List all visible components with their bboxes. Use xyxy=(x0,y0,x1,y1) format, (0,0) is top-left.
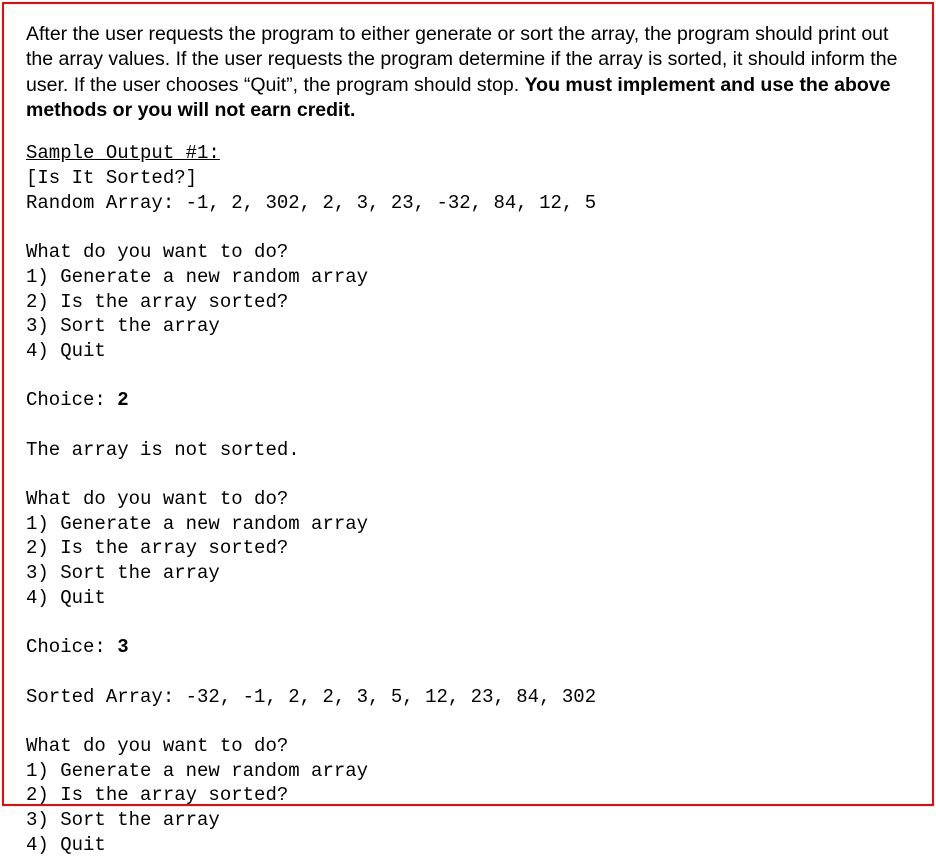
menu-2: What do you want to do? 1) Generate a ne… xyxy=(26,488,368,609)
document-container: After the user requests the program to e… xyxy=(2,2,934,806)
menu-3: What do you want to do? 1) Generate a ne… xyxy=(26,735,368,856)
sample-output-header: Sample Output #1: xyxy=(26,142,220,164)
response-2: Sorted Array: -32, -1, 2, 2, 3, 5, 12, 2… xyxy=(26,686,596,708)
menu-1: What do you want to do? 1) Generate a ne… xyxy=(26,241,368,362)
response-1: The array is not sorted. xyxy=(26,439,300,461)
choice-label-2: Choice: xyxy=(26,636,117,658)
choice-value-2: 3 xyxy=(117,636,128,658)
instructions-paragraph: After the user requests the program to e… xyxy=(26,22,910,123)
choice-value-1: 2 xyxy=(117,389,128,411)
choice-label-1: Choice: xyxy=(26,389,117,411)
intro-array: [Is It Sorted?] Random Array: -1, 2, 302… xyxy=(26,167,596,214)
sample-output-block: Sample Output #1: [Is It Sorted?] Random… xyxy=(26,141,910,857)
